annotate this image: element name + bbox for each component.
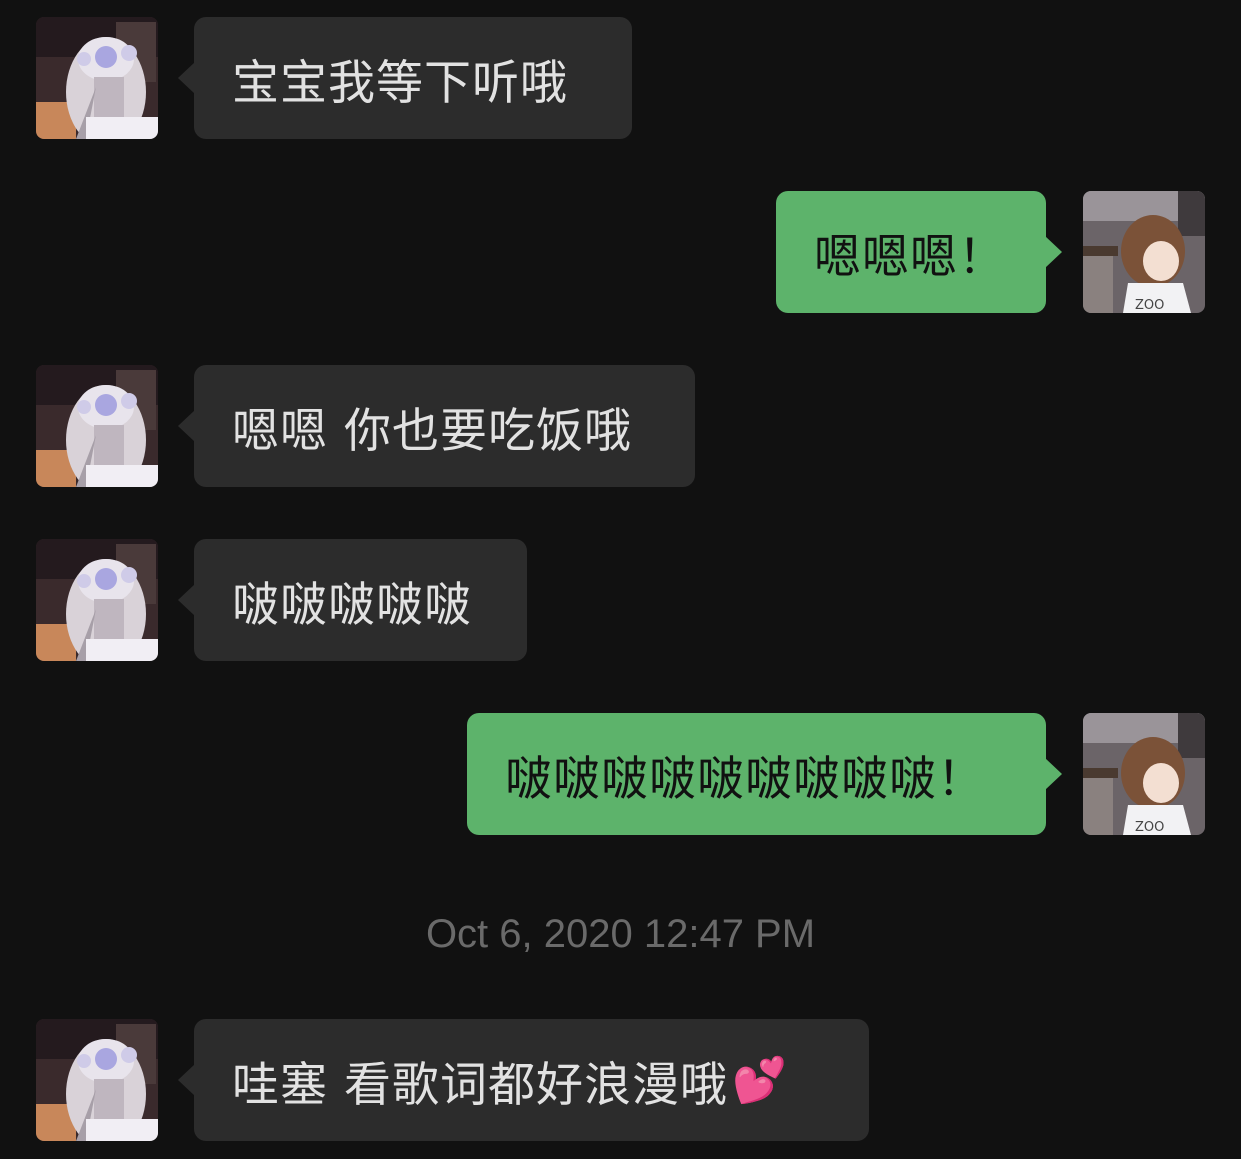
outgoing-message-bubble[interactable]: 嗯嗯嗯！: [776, 191, 1062, 313]
incoming-message-bubble[interactable]: 宝宝我等下听哦: [178, 17, 632, 139]
message-text: 啵啵啵啵啵啵啵啵啵！: [505, 751, 985, 807]
anime-girl-avatar-icon: [36, 1019, 158, 1141]
svg-text:ZOO: ZOO: [1135, 820, 1164, 835]
outgoing-message-bubble[interactable]: 啵啵啵啵啵啵啵啵啵！: [467, 713, 1062, 835]
anime-girl-avatar-icon: [36, 365, 158, 487]
two-hearts-emoji-icon: 💕: [731, 1055, 788, 1106]
contact-avatar[interactable]: [36, 17, 158, 139]
contact-avatar[interactable]: [36, 539, 158, 661]
message-text: 嗯嗯 你也要吃饭哦: [232, 403, 632, 459]
incoming-message-bubble[interactable]: 嗯嗯 你也要吃饭哦: [178, 365, 695, 487]
incoming-message-bubble[interactable]: 哇塞 看歌词都好浪漫哦 💕: [178, 1019, 869, 1141]
self-avatar[interactable]: ZOO: [1083, 713, 1205, 835]
incoming-message-bubble[interactable]: 啵啵啵啵啵: [178, 539, 527, 661]
message-text: 宝宝我等下听哦: [232, 55, 568, 111]
anime-girl-avatar-icon: [36, 17, 158, 139]
self-avatar[interactable]: ZOO: [1083, 191, 1205, 313]
contact-avatar[interactable]: [36, 1019, 158, 1141]
anime-boy-avatar-icon: ZOO: [1083, 713, 1205, 835]
anime-boy-avatar-icon: ZOO: [1083, 191, 1205, 313]
message-text: 啵啵啵啵啵: [232, 577, 472, 633]
message-timestamp: Oct 6, 2020 12:47 PM: [425, 912, 816, 956]
chat-conversation: 宝宝我等下听哦 嗯嗯嗯！ ZOO 嗯嗯 你也要吃饭哦 啵啵啵啵啵 啵啵啵啵啵啵啵…: [0, 0, 1241, 1159]
anime-girl-avatar-icon: [36, 539, 158, 661]
contact-avatar[interactable]: [36, 365, 158, 487]
message-text: 嗯嗯嗯！: [814, 229, 1006, 285]
message-text: 哇塞 看歌词都好浪漫哦: [232, 1057, 728, 1113]
svg-text:ZOO: ZOO: [1135, 298, 1164, 313]
